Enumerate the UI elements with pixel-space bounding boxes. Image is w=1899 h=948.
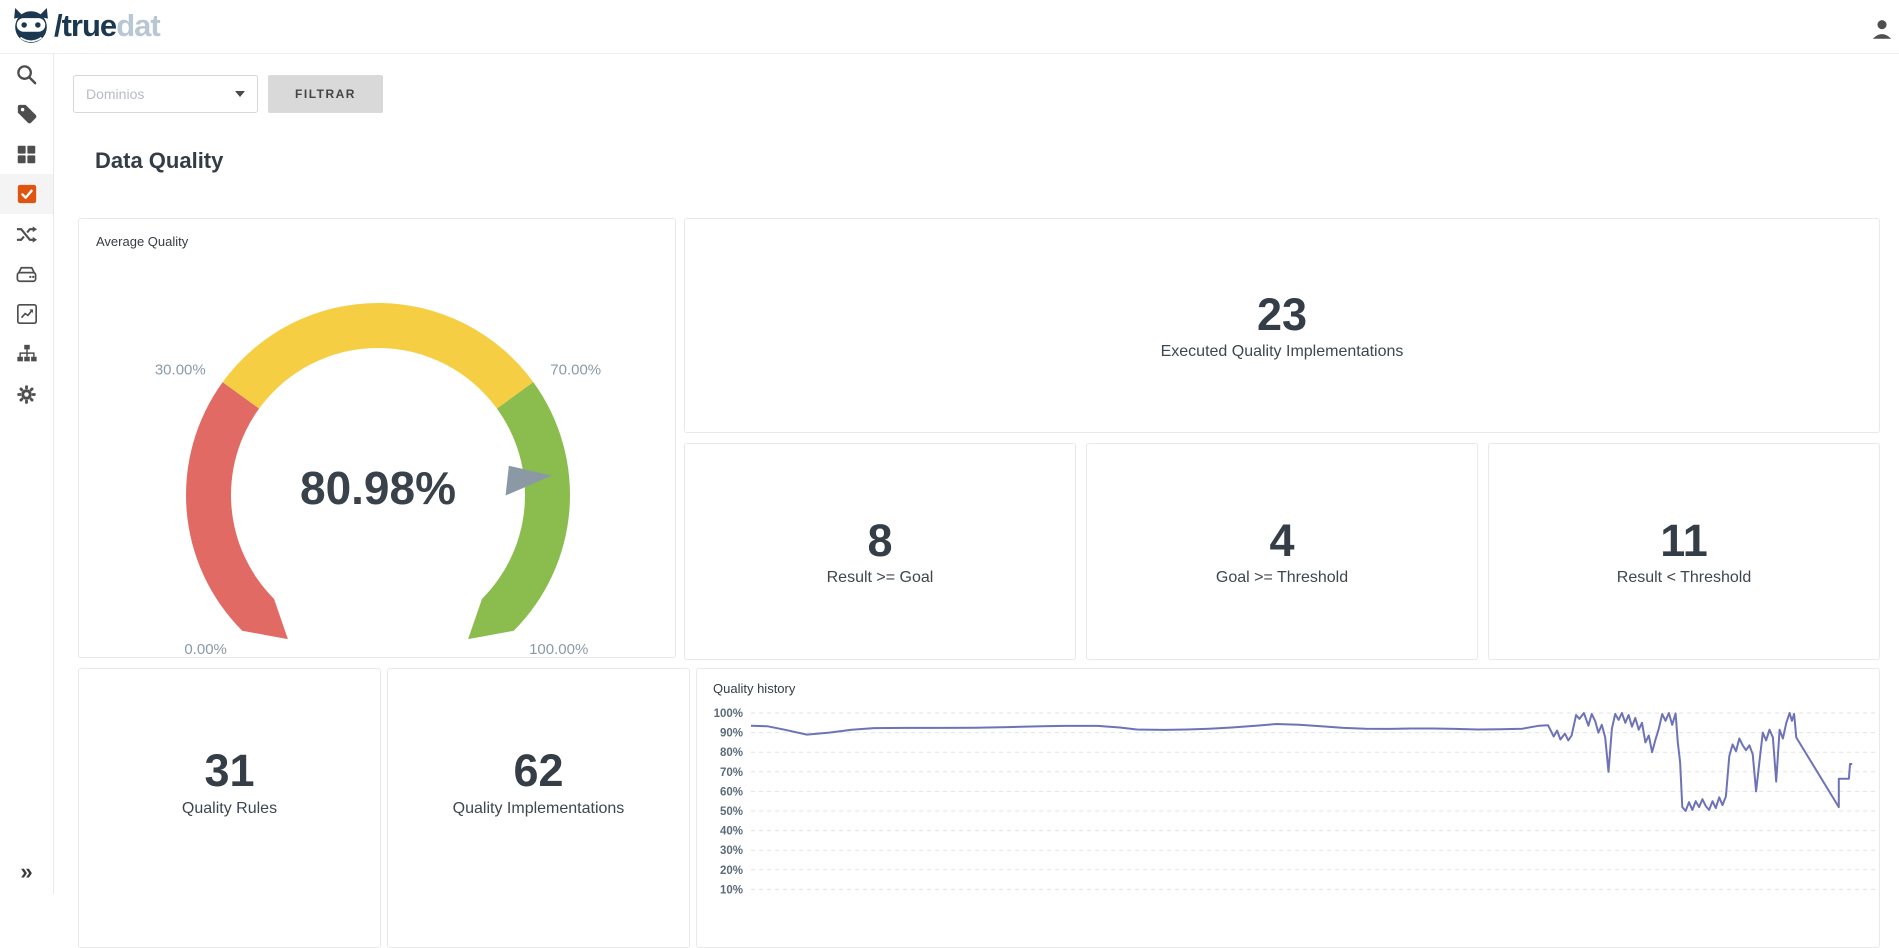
svg-text:90%: 90% bbox=[720, 728, 743, 740]
result-goal-value: 8 bbox=[867, 516, 892, 566]
svg-text:100%: 100% bbox=[714, 708, 743, 720]
filter-button[interactable]: FILTRAR bbox=[268, 75, 383, 113]
sidebar-item-structures[interactable] bbox=[0, 254, 53, 294]
executed-implementations-label: Executed Quality Implementations bbox=[1161, 343, 1404, 361]
goal-threshold-value: 4 bbox=[1269, 516, 1294, 566]
domain-select-placeholder: Dominios bbox=[86, 86, 235, 102]
svg-text:100.00%: 100.00% bbox=[529, 641, 588, 657]
sidebar-item-catalog[interactable] bbox=[0, 134, 53, 174]
quality-history-card: Quality history 100% 90% 80% 70% 60% 50% 40% 30… bbox=[696, 668, 1880, 948]
svg-text:40%: 40% bbox=[720, 826, 743, 838]
quality-history-title: Quality history bbox=[713, 681, 795, 696]
svg-text:30%: 30% bbox=[720, 845, 743, 857]
svg-text:70%: 70% bbox=[720, 767, 743, 779]
page-title: Data Quality bbox=[95, 148, 223, 174]
quality-implementations-label: Quality Implementations bbox=[453, 800, 625, 818]
executed-implementations-value: 23 bbox=[1257, 290, 1307, 340]
svg-text:50%: 50% bbox=[720, 806, 743, 818]
quality-check-icon bbox=[16, 183, 38, 205]
svg-text:20%: 20% bbox=[720, 865, 743, 877]
quality-rules-label: Quality Rules bbox=[182, 800, 277, 818]
chevron-down-icon bbox=[235, 91, 245, 97]
goal-threshold-label: Goal >= Threshold bbox=[1216, 569, 1348, 587]
result-threshold-card: 11 Result < Threshold bbox=[1488, 443, 1880, 660]
sidebar-item-settings[interactable] bbox=[0, 374, 53, 414]
average-quality-card: Average Quality 0.00%30.00%70.00%100.00%… bbox=[78, 218, 676, 658]
lineage-icon bbox=[16, 343, 38, 365]
chart-icon bbox=[16, 303, 38, 325]
svg-text:60%: 60% bbox=[720, 786, 743, 798]
sidebar: » bbox=[0, 54, 54, 894]
search-icon bbox=[15, 63, 38, 86]
sidebar-item-connectors[interactable] bbox=[0, 214, 53, 254]
result-goal-card: 8 Result >= Goal bbox=[684, 443, 1076, 660]
user-menu-icon[interactable] bbox=[1869, 16, 1897, 44]
app-header: /truedat bbox=[0, 0, 1899, 54]
storage-icon bbox=[15, 263, 38, 286]
svg-text:70.00%: 70.00% bbox=[550, 362, 601, 379]
tag-icon bbox=[16, 103, 38, 125]
truedat-logo[interactable]: /truedat bbox=[12, 7, 160, 45]
owl-icon bbox=[12, 7, 50, 45]
sidebar-item-quality[interactable] bbox=[0, 174, 53, 214]
settings-icon bbox=[16, 384, 37, 405]
result-goal-label: Result >= Goal bbox=[827, 569, 934, 587]
sidebar-item-dashboards[interactable] bbox=[0, 294, 53, 334]
quality-implementations-card: 62 Quality Implementations bbox=[387, 668, 690, 948]
goal-threshold-card: 4 Goal >= Threshold bbox=[1086, 443, 1478, 660]
result-threshold-value: 11 bbox=[1660, 516, 1708, 566]
svg-text:0.00%: 0.00% bbox=[184, 641, 227, 657]
quality-history-chart: 100% 90% 80% 70% 60% 50% 40% 30% 20% 10% bbox=[697, 701, 1879, 927]
logo-text: /truedat bbox=[54, 8, 160, 44]
result-threshold-label: Result < Threshold bbox=[1617, 569, 1751, 587]
quality-rules-value: 31 bbox=[204, 746, 254, 796]
quality-rules-card: 31 Quality Rules bbox=[78, 668, 381, 948]
quality-implementations-value: 62 bbox=[513, 746, 563, 796]
sidebar-item-search[interactable] bbox=[0, 54, 53, 94]
svg-text:10%: 10% bbox=[720, 884, 743, 896]
svg-text:80%: 80% bbox=[720, 747, 743, 759]
average-quality-gauge: 0.00% 30.00% 70.00% 100.00% 80.98% bbox=[98, 219, 658, 657]
svg-text:30.00%: 30.00% bbox=[155, 362, 206, 379]
svg-text:80.98%: 80.98% bbox=[300, 462, 456, 514]
shuffle-icon bbox=[15, 223, 38, 246]
domain-select[interactable]: Dominios bbox=[73, 75, 258, 113]
executed-implementations-card: 23 Executed Quality Implementations bbox=[684, 218, 1880, 433]
sidebar-item-lineage[interactable] bbox=[0, 334, 53, 374]
grid-icon bbox=[16, 144, 37, 165]
sidebar-item-glossary[interactable] bbox=[0, 94, 53, 134]
expand-sidebar-icon[interactable]: » bbox=[0, 854, 53, 890]
